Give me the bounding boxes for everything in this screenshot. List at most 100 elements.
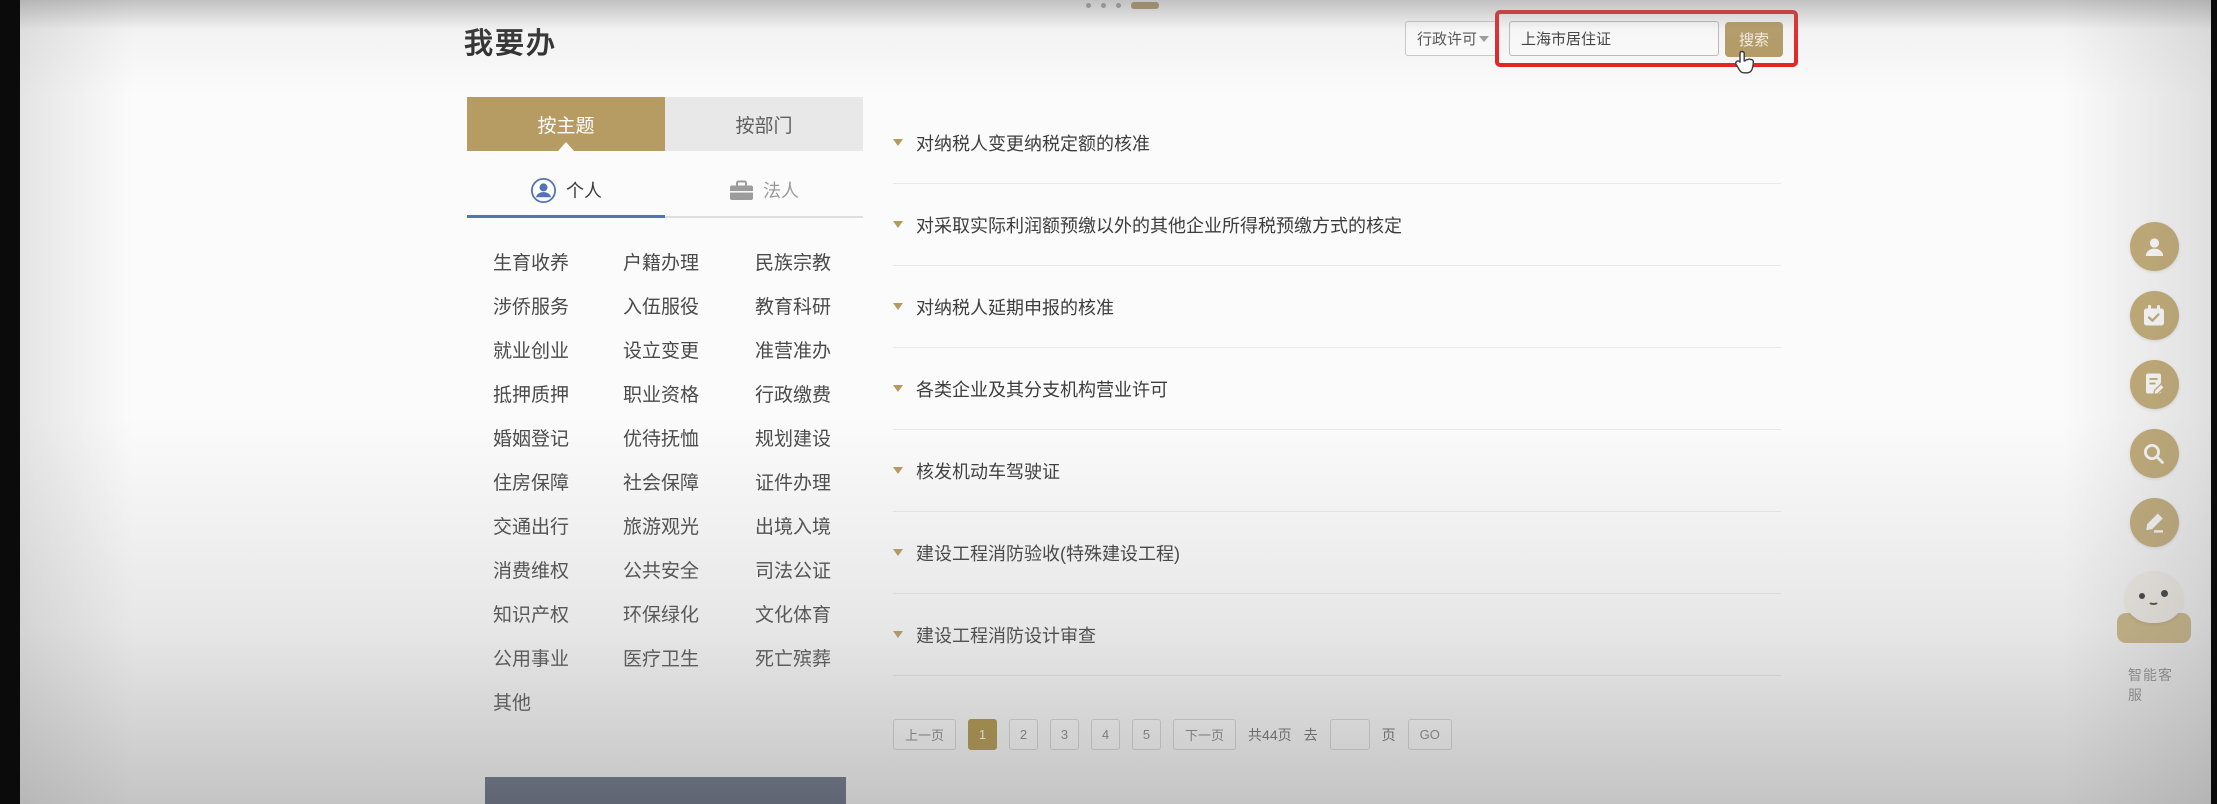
service-title: 对纳税人延期申报的核准 — [916, 294, 1114, 320]
category-link[interactable]: 公共安全 — [623, 550, 755, 594]
active-tab-notch — [558, 142, 574, 151]
category-link[interactable]: 出境入境 — [755, 506, 839, 550]
category-link[interactable]: 职业资格 — [623, 374, 755, 418]
category-link[interactable]: 公用事业 — [493, 638, 623, 682]
category-link[interactable]: 优待抚恤 — [623, 418, 755, 462]
category-grid: 生育收养户籍办理民族宗教涉侨服务入伍服役教育科研就业创业设立变更准营准办抵押质押… — [493, 242, 839, 726]
service-list-item[interactable]: 对纳税人延期申报的核准 — [893, 266, 1781, 348]
category-link[interactable]: 证件办理 — [755, 462, 839, 506]
search-category-value: 行政许可 — [1417, 28, 1477, 49]
expand-triangle-icon — [893, 139, 903, 146]
subtab-underline — [467, 215, 863, 218]
subtab-personal-label: 个人 — [566, 177, 602, 203]
category-link[interactable]: 民族宗教 — [755, 242, 839, 286]
category-panel: 按主题 按部门 个人 法人 生育收养户籍办理民族宗教 — [467, 97, 863, 726]
carousel-dot[interactable] — [1116, 3, 1121, 8]
pagination-go-button[interactable]: GO — [1408, 719, 1452, 750]
promo-banner-image[interactable] — [485, 777, 846, 804]
service-list-item[interactable]: 建设工程消防验收(特殊建设工程) — [893, 512, 1781, 594]
category-link[interactable]: 教育科研 — [755, 286, 839, 330]
service-list-item[interactable]: 对采取实际利润额预缴以外的其他企业所得税预缴方式的核定 — [893, 184, 1781, 266]
category-link[interactable]: 住房保障 — [493, 462, 623, 506]
service-list-item[interactable]: 建设工程消防设计审查 — [893, 594, 1781, 676]
category-link[interactable]: 生育收养 — [493, 242, 623, 286]
search-icon[interactable] — [2130, 429, 2179, 478]
floating-toolbar: 智能客服 — [2128, 222, 2180, 705]
calendar-check-icon[interactable] — [2130, 291, 2179, 340]
tab-by-theme[interactable]: 按主题 — [467, 97, 665, 151]
expand-triangle-icon — [893, 385, 903, 392]
tab-by-theme-label: 按主题 — [537, 111, 594, 138]
category-link[interactable]: 医疗卫生 — [623, 638, 755, 682]
mouse-cursor-hand-icon — [1734, 49, 1758, 82]
category-link[interactable]: 社会保障 — [623, 462, 755, 506]
category-link[interactable]: 司法公证 — [755, 550, 839, 594]
pagination-page-button[interactable]: 5 — [1132, 719, 1161, 750]
carousel-dot[interactable] — [1086, 3, 1091, 8]
subtab-legal-person[interactable]: 法人 — [665, 173, 863, 207]
category-link[interactable]: 消费维权 — [493, 550, 623, 594]
category-link[interactable]: 旅游观光 — [623, 506, 755, 550]
category-link[interactable]: 知识产权 — [493, 594, 623, 638]
service-title: 各类企业及其分支机构营业许可 — [916, 376, 1168, 402]
pagination-page-button[interactable]: 3 — [1050, 719, 1079, 750]
briefcase-icon — [729, 180, 754, 201]
category-link[interactable]: 抵押质押 — [493, 374, 623, 418]
carousel-active-dot[interactable] — [1131, 2, 1159, 9]
panel-tabs: 按主题 按部门 — [467, 97, 863, 151]
service-title: 核发机动车驾驶证 — [916, 458, 1060, 484]
form-edit-icon[interactable] — [2130, 360, 2179, 409]
subtab-legal-person-label: 法人 — [763, 177, 799, 203]
pagination-page-button[interactable]: 2 — [1009, 719, 1038, 750]
expand-triangle-icon — [893, 549, 903, 556]
service-title: 建设工程消防验收(特殊建设工程) — [916, 540, 1180, 566]
category-link[interactable]: 交通出行 — [493, 506, 623, 550]
page-title: 我要办 — [464, 20, 557, 62]
search-category-select[interactable]: 行政许可 — [1405, 21, 1499, 56]
expand-triangle-icon — [893, 303, 903, 310]
search-input[interactable] — [1509, 21, 1719, 56]
assistant-mascot[interactable] — [2114, 571, 2194, 643]
pagination-prev-button[interactable]: 上一页 — [893, 719, 956, 750]
pagination-page-button[interactable]: 4 — [1091, 719, 1120, 750]
category-link[interactable]: 准营准办 — [755, 330, 839, 374]
category-link[interactable]: 其他 — [493, 682, 623, 726]
category-link[interactable]: 入伍服役 — [623, 286, 755, 330]
person-circle-icon — [530, 177, 557, 204]
pagination-next-button[interactable]: 下一页 — [1173, 719, 1236, 750]
category-link[interactable]: 设立变更 — [623, 330, 755, 374]
tab-by-department[interactable]: 按部门 — [665, 97, 863, 151]
category-link[interactable]: 行政缴费 — [755, 374, 839, 418]
category-link[interactable]: 婚姻登记 — [493, 418, 623, 462]
mascot-face — [2125, 571, 2183, 623]
subtab-personal[interactable]: 个人 — [467, 173, 665, 207]
chevron-down-icon — [1479, 36, 1489, 42]
service-title: 对纳税人变更纳税定额的核准 — [916, 130, 1150, 156]
category-link[interactable]: 户籍办理 — [623, 242, 755, 286]
video-letterbox-left — [0, 0, 20, 804]
service-title: 对采取实际利润额预缴以外的其他企业所得税预缴方式的核定 — [916, 212, 1402, 238]
category-link[interactable]: 规划建设 — [755, 418, 839, 462]
pagination-page-button[interactable]: 1 — [968, 719, 997, 750]
category-link[interactable]: 环保绿化 — [623, 594, 755, 638]
pencil-icon[interactable] — [2130, 498, 2179, 547]
service-list-item[interactable]: 对纳税人变更纳税定额的核准 — [893, 102, 1781, 184]
video-letterbox-right — [2211, 0, 2217, 804]
service-title: 建设工程消防设计审查 — [916, 622, 1096, 648]
service-list: 对纳税人变更纳税定额的核准 对采取实际利润额预缴以外的其他企业所得税预缴方式的核… — [893, 102, 1781, 676]
category-link[interactable]: 涉侨服务 — [493, 286, 623, 330]
assistant-label: 智能客服 — [2128, 665, 2180, 705]
carousel-dot[interactable] — [1101, 3, 1106, 8]
category-link[interactable]: 文化体育 — [755, 594, 839, 638]
expand-triangle-icon — [893, 631, 903, 638]
carousel-indicator — [1086, 2, 1159, 9]
category-link[interactable]: 就业创业 — [493, 330, 623, 374]
category-link[interactable]: 死亡殡葬 — [755, 638, 839, 682]
service-list-item[interactable]: 核发机动车驾驶证 — [893, 430, 1781, 512]
tab-by-department-label: 按部门 — [735, 111, 792, 138]
pagination-goto-input[interactable] — [1330, 719, 1370, 750]
expand-triangle-icon — [893, 221, 903, 228]
user-icon[interactable] — [2130, 222, 2179, 271]
pagination: 上一页 12345 下一页 共44页 去 页 GO — [893, 719, 1452, 750]
service-list-item[interactable]: 各类企业及其分支机构营业许可 — [893, 348, 1781, 430]
